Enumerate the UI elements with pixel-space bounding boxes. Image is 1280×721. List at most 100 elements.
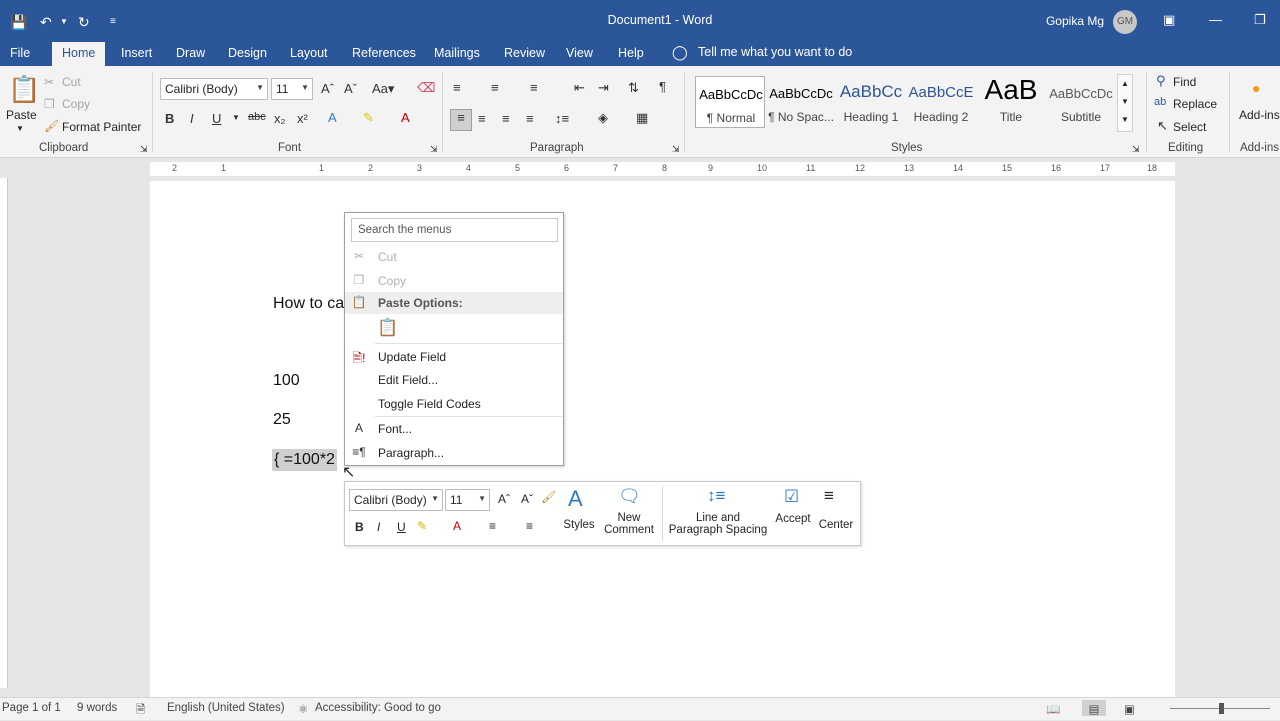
cut-button[interactable]: Cut [62,75,81,89]
menu-item-font[interactable]: A Font... [345,418,563,440]
new-comment-button[interactable]: New Comment [601,512,657,536]
document-page[interactable] [150,181,1175,701]
italic-icon[interactable]: I [190,111,194,126]
tab-home[interactable]: Home [52,42,106,66]
align-right-icon[interactable]: ≡ [502,111,510,126]
menu-item-toggle-field-codes[interactable]: Toggle Field Codes [345,393,563,415]
word-count[interactable]: 9 words [77,702,117,714]
justify-icon[interactable]: ≡ [526,111,534,126]
user-name[interactable]: Gopika Mg [1046,14,1104,28]
tab-references[interactable]: References [352,46,416,60]
paste-dropdown-icon[interactable]: ▼ [16,124,24,133]
document-value-2[interactable]: 25 [273,411,291,429]
add-ins-icon[interactable]: ● [1252,80,1260,96]
font-name-combo[interactable]: Calibri (Body) ▼ [160,78,268,100]
menu-item-paragraph[interactable]: ≡¶ Paragraph... [345,442,563,464]
styles-button[interactable]: Styles [561,519,597,531]
select-button[interactable]: Select [1173,120,1206,134]
styles-scroll-icon[interactable]: ▲ ▼ ▼ [1117,74,1133,132]
menu-item-copy[interactable]: ❐ Copy [345,270,563,292]
styles-icon[interactable]: A [568,486,583,512]
tab-mailings[interactable]: Mailings [434,46,480,60]
bullets-icon[interactable]: ≡ [489,519,496,533]
sort-icon[interactable]: ⇅ [628,80,639,96]
find-icon[interactable]: ⚲ [1156,73,1166,89]
web-layout-icon[interactable]: ▣ [1124,702,1135,716]
shading-icon[interactable]: ◈ [598,110,608,126]
style-normal[interactable]: AaBbCcDc ¶ Normal [695,76,765,128]
font-size-combo[interactable]: 11 ▼ [271,78,313,100]
tab-help[interactable]: Help [618,46,644,60]
paste-button[interactable]: Paste [6,108,37,122]
style-heading-2[interactable]: AaBbCcE Heading 2 [906,76,976,128]
line-spacing-icon[interactable]: ↕≡ [555,111,569,126]
subscript-icon[interactable]: x₂ [274,111,286,126]
menu-search-input[interactable]: Search the menus [351,218,558,242]
tab-insert[interactable]: Insert [121,46,152,60]
italic-icon[interactable]: I [377,520,380,534]
align-center-icon[interactable]: ≡ [478,111,486,126]
style-title[interactable]: AaB Title [976,74,1046,128]
numbering-icon[interactable]: ≡ [491,80,499,95]
bold-icon[interactable]: B [165,111,174,126]
minimize-icon[interactable]: — [1209,12,1222,27]
tab-layout[interactable]: Layout [290,46,328,60]
format-painter-button[interactable]: Format Painter [62,120,141,134]
accessibility-status[interactable]: Accessibility: Good to go [315,702,441,714]
center-button[interactable]: Center [816,519,856,531]
menu-item-cut[interactable]: ✂ Cut [345,246,563,268]
accept-button[interactable]: Accept [773,513,813,525]
increase-indent-icon[interactable]: ⇥ [598,80,609,96]
copy-button[interactable]: Copy [62,97,90,111]
accept-icon[interactable]: ☑ [784,487,799,507]
replace-icon[interactable]: ab [1154,96,1166,108]
cut-icon[interactable]: ✂ [44,75,54,89]
tab-file[interactable]: File [10,46,30,60]
shrink-font-icon[interactable]: Aˇ [344,81,357,96]
style-no-spacing[interactable]: AaBbCcDc ¶ No Spac... [766,76,836,128]
clipboard-launcher-icon[interactable]: ⇲ [140,144,148,155]
style-subtitle[interactable]: AaBbCcDc Subtitle [1046,76,1116,128]
select-icon[interactable]: ↖ [1157,118,1168,134]
multilevel-list-icon[interactable]: ≡ [530,80,538,95]
mini-font-size-combo[interactable]: 11 ▼ [445,489,490,511]
page-count[interactable]: Page 1 of 1 [2,702,61,714]
borders-icon[interactable]: ▦ [636,110,648,126]
numbering-icon[interactable]: ≡ [526,519,533,533]
show-formatting-marks-icon[interactable]: ¶ [659,79,666,94]
underline-dropdown-icon[interactable]: ▼ [232,113,240,122]
new-comment-icon[interactable]: 🗨 [618,486,641,507]
superscript-icon[interactable]: x² [297,111,308,126]
read-mode-icon[interactable]: 📖 [1046,702,1060,716]
grow-font-icon[interactable]: Aˆ [321,81,334,96]
underline-icon[interactable]: U [212,111,221,126]
document-heading-text[interactable]: How to ca [273,295,344,313]
line-spacing-icon[interactable]: ↕≡ [707,486,725,506]
bullets-icon[interactable]: ≡ [453,80,461,95]
language-indicator[interactable]: English (United States) [167,702,285,714]
clear-formatting-icon[interactable]: ⌫ [417,80,435,96]
highlight-icon[interactable]: ✎ [363,110,374,126]
paste-keep-text-icon[interactable]: 📋 [377,318,398,338]
strikethrough-icon[interactable]: abc [248,111,266,123]
print-layout-icon[interactable]: ▤ [1082,700,1106,716]
tab-view[interactable]: View [566,46,593,60]
tab-review[interactable]: Review [504,46,545,60]
underline-icon[interactable]: U [397,520,406,534]
replace-button[interactable]: Replace [1173,97,1217,111]
styles-launcher-icon[interactable]: ⇲ [1132,144,1140,155]
bold-icon[interactable]: B [355,520,364,534]
find-button[interactable]: Find [1173,75,1196,89]
highlight-icon[interactable]: ✎ [417,519,427,533]
menu-item-update-field[interactable]: 🗎! Update Field [345,346,563,368]
style-heading-1[interactable]: AaBbCc Heading 1 [836,76,906,128]
field-code-selection[interactable]: { =100*2 [272,449,337,471]
menu-item-edit-field[interactable]: Edit Field... [345,369,563,391]
vertical-ruler[interactable] [0,178,8,688]
decrease-indent-icon[interactable]: ⇤ [574,80,585,96]
align-left-icon[interactable]: ≡ [450,109,472,131]
copy-icon[interactable]: ❐ [44,97,55,111]
format-painter-icon[interactable]: 🖌 [541,490,556,504]
zoom-slider-thumb[interactable] [1219,703,1224,714]
avatar[interactable]: GM [1113,10,1137,34]
